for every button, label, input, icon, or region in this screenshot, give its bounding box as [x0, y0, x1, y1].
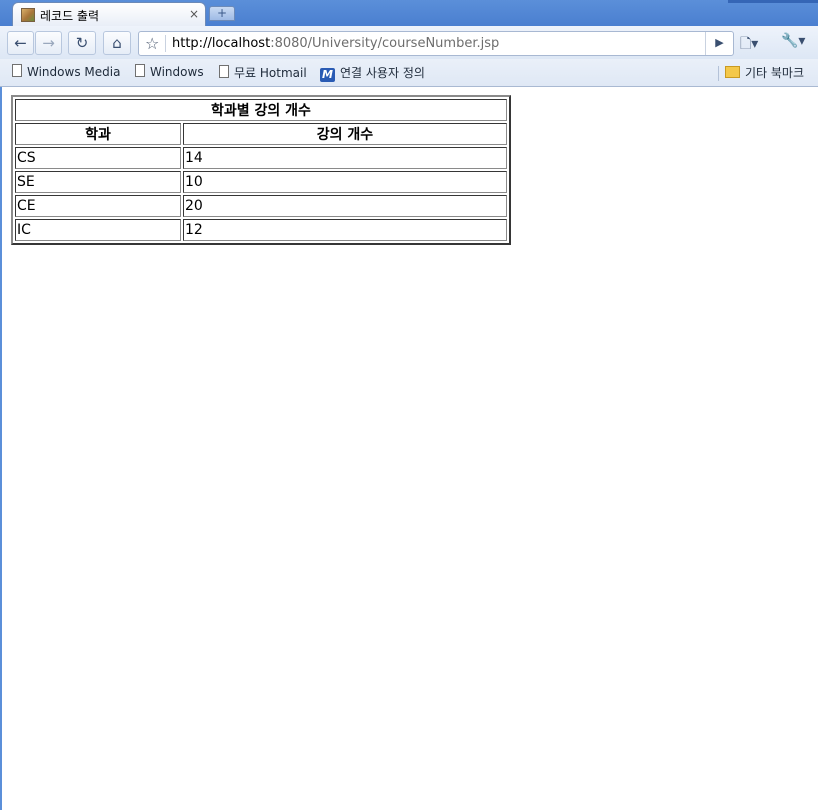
url-path: :8080/University/courseNumber.jsp	[270, 36, 500, 51]
page-menu-icon: 🗋▾	[740, 36, 759, 52]
bookmark-windows-media[interactable]: Windows Media	[12, 64, 120, 79]
course-count-table: 학과별 강의 개수 학과 강의 개수 CS 14 SE 10 CE 20 IC …	[11, 95, 511, 245]
cell-course-count: 14	[183, 147, 507, 169]
home-button[interactable]: ⌂	[103, 31, 131, 55]
folder-icon	[725, 66, 740, 78]
tab-active[interactable]: 레코드 출력 ×	[12, 2, 206, 26]
header-course-count: 강의 개수	[183, 123, 507, 145]
window-left-border	[0, 87, 2, 810]
cell-course-count: 10	[183, 171, 507, 193]
forward-button[interactable]: →	[35, 31, 62, 55]
favicon-icon	[21, 8, 35, 22]
bookmarks-bar: Windows Media Windows 무료 Hotmail M 연결 사용자…	[0, 59, 818, 87]
back-button[interactable]: ←	[7, 31, 34, 55]
omnibox-divider	[165, 35, 166, 52]
home-icon: ⌂	[112, 34, 122, 52]
cell-department: CS	[15, 147, 181, 169]
bookmark-star-icon[interactable]: ☆	[145, 34, 159, 53]
tab-strip: 레코드 출력 × +	[0, 0, 818, 26]
page-icon	[135, 64, 145, 77]
url-host: http://localhost	[172, 36, 271, 51]
cell-course-count: 12	[183, 219, 507, 241]
play-icon: ▶	[715, 36, 724, 49]
new-tab-button[interactable]: +	[209, 6, 235, 21]
table-caption-row: 학과별 강의 개수	[15, 99, 507, 121]
bookmark-label: Windows Media	[27, 65, 121, 79]
table-row: IC 12	[15, 219, 507, 241]
cell-department: IC	[15, 219, 181, 241]
bookmark-customize-links[interactable]: M 연결 사용자 정의	[320, 64, 425, 82]
page-icon	[12, 64, 22, 77]
reload-icon: ↻	[75, 34, 89, 52]
url-text[interactable]: http://localhost:8080/University/courseN…	[172, 36, 499, 51]
table-caption: 학과별 강의 개수	[15, 99, 507, 121]
other-bookmarks[interactable]: 기타 북마크	[725, 64, 804, 81]
table-header-row: 학과 강의 개수	[15, 123, 507, 145]
wrench-icon: 🔧▾	[781, 33, 806, 49]
bookmark-label: 연결 사용자 정의	[340, 66, 425, 80]
page-menu-button[interactable]: 🗋▾	[740, 33, 758, 57]
bookmark-label: Windows	[150, 65, 204, 79]
reload-button[interactable]: ↻	[68, 31, 96, 55]
bookmark-label: 무료 Hotmail	[234, 66, 307, 80]
tab-title: 레코드 출력	[40, 9, 100, 23]
page-content: 학과별 강의 개수 학과 강의 개수 CS 14 SE 10 CE 20 IC …	[11, 95, 511, 245]
cell-department: SE	[15, 171, 181, 193]
go-button[interactable]: ▶	[705, 32, 733, 55]
tab-close-icon[interactable]: ×	[189, 7, 199, 21]
bookmark-windows[interactable]: Windows	[135, 64, 204, 79]
header-department: 학과	[15, 123, 181, 145]
back-arrow-icon: ←	[14, 34, 27, 52]
cell-course-count: 20	[183, 195, 507, 217]
table-row: CS 14	[15, 147, 507, 169]
table-row: CE 20	[15, 195, 507, 217]
cell-department: CE	[15, 195, 181, 217]
bookmark-hotmail[interactable]: 무료 Hotmail	[219, 64, 307, 81]
wrench-menu-button[interactable]: 🔧▾	[781, 33, 805, 49]
forward-arrow-icon: →	[42, 34, 55, 52]
bookmarks-divider	[718, 66, 719, 81]
address-bar[interactable]: ☆ http://localhost:8080/University/cours…	[138, 31, 734, 56]
page-icon	[219, 65, 229, 78]
window-frame-edge	[728, 0, 818, 3]
other-bookmarks-label: 기타 북마크	[745, 66, 805, 80]
table-row: SE 10	[15, 171, 507, 193]
msn-m-icon: M	[320, 68, 335, 82]
